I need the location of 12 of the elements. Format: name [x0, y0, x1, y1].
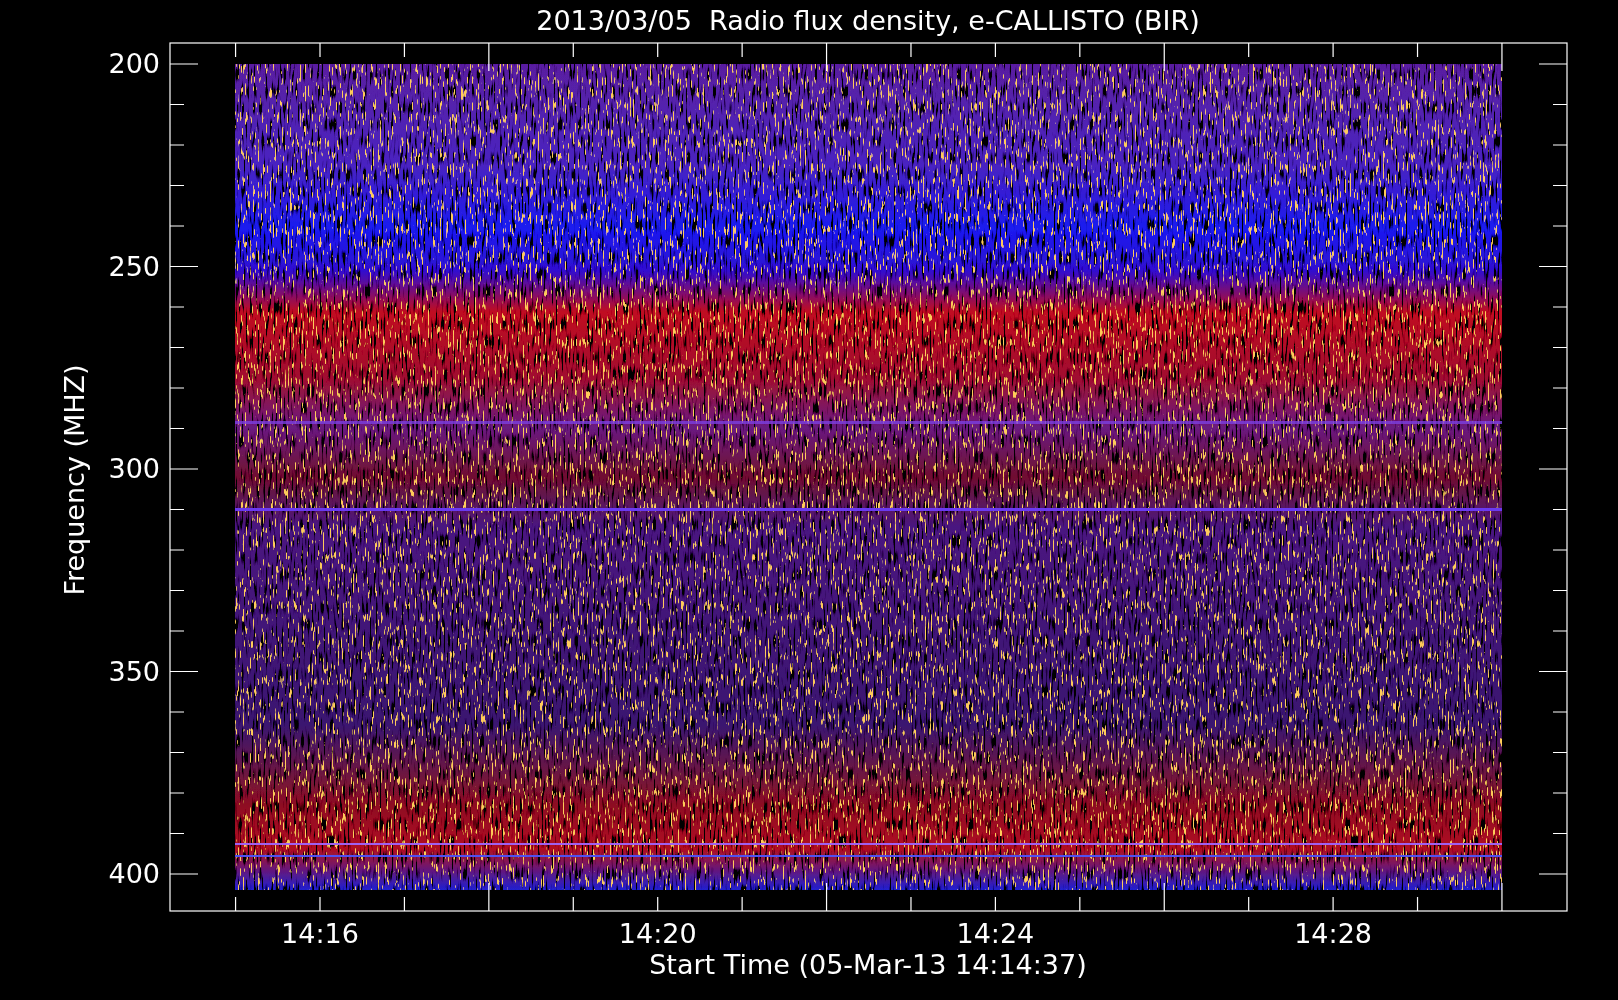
y-tick-label: 200 — [108, 48, 160, 79]
y-tick-label: 300 — [108, 453, 160, 484]
y-tick-label: 250 — [108, 250, 160, 282]
chart-title: 2013/03/05 Radio flux density, e-CALLISTO (BIR) — [536, 5, 1200, 36]
x-tick-label: 14:20 — [618, 918, 697, 949]
x-tick-label: 14:24 — [956, 918, 1035, 949]
x-axis-label: Start Time (05-Mar-13 14:14:37) — [649, 949, 1087, 980]
x-tick-label: 14:16 — [281, 918, 359, 949]
y-tick-label: 400 — [108, 858, 160, 889]
x-tick-label: 14:28 — [1294, 918, 1372, 949]
y-tick-label: 350 — [108, 655, 160, 687]
y-axis-label: Frequency (MHZ) — [59, 364, 90, 596]
